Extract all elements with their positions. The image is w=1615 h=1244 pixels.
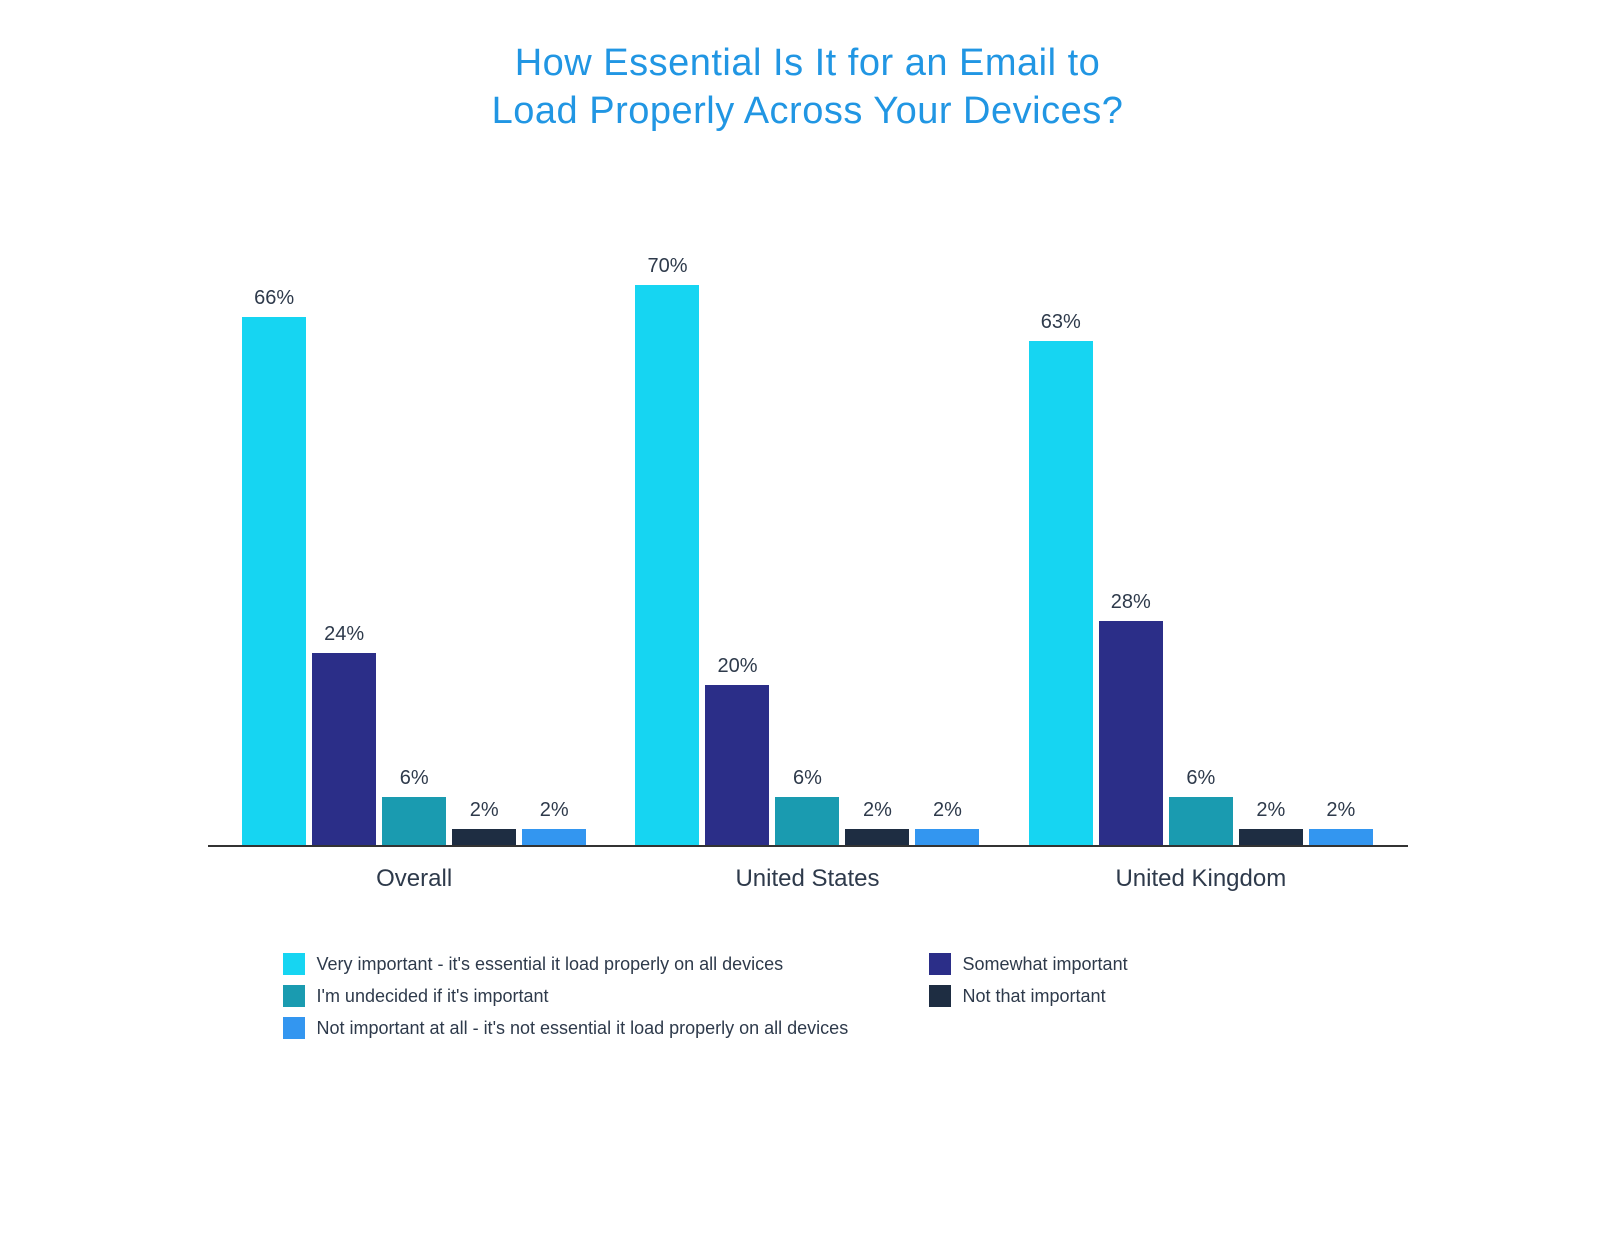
bar-value-label: 66% — [254, 287, 294, 310]
bar-value-label: 6% — [400, 767, 429, 790]
bar: 66% — [242, 317, 306, 845]
bar: 70% — [635, 285, 699, 845]
bar-value-label: 70% — [647, 255, 687, 278]
legend-label: I'm undecided if it's important — [317, 986, 549, 1007]
x-axis-label: United Kingdom — [1004, 865, 1397, 893]
bar: 6% — [382, 797, 446, 845]
legend-swatch — [283, 953, 305, 975]
bar-value-label: 2% — [863, 799, 892, 822]
bar: 2% — [845, 829, 909, 845]
bar-value-label: 6% — [793, 767, 822, 790]
legend-swatch — [929, 953, 951, 975]
bar: 6% — [775, 797, 839, 845]
bar: 63% — [1029, 341, 1093, 845]
legend-label: Not that important — [963, 986, 1106, 1007]
legend-label: Somewhat important — [963, 954, 1128, 975]
bar: 2% — [522, 829, 586, 845]
bar-value-label: 2% — [1326, 799, 1355, 822]
bar: 6% — [1169, 797, 1233, 845]
bar-group: 70%20%6%2%2% — [635, 205, 979, 845]
legend-swatch — [929, 985, 951, 1007]
legend-item: Somewhat important — [929, 953, 1333, 975]
chart-container: How Essential Is It for an Email to Load… — [188, 0, 1428, 1079]
legend: Very important - it's essential it load … — [283, 953, 1333, 1039]
legend-swatch — [283, 1017, 305, 1039]
legend-item: Not important at all - it's not essentia… — [283, 1017, 1333, 1039]
bar: 24% — [312, 653, 376, 845]
bar: 20% — [705, 685, 769, 845]
bar: 28% — [1099, 621, 1163, 845]
bar-value-label: 2% — [540, 799, 569, 822]
bar-value-label: 2% — [1256, 799, 1285, 822]
legend-item: I'm undecided if it's important — [283, 985, 889, 1007]
bar-value-label: 6% — [1186, 767, 1215, 790]
legend-item: Very important - it's essential it load … — [283, 953, 889, 975]
legend-swatch — [283, 985, 305, 1007]
plot-area: 66%24%6%2%2%70%20%6%2%2%63%28%6%2%2% — [208, 205, 1408, 847]
bar: 2% — [915, 829, 979, 845]
legend-label: Very important - it's essential it load … — [317, 954, 784, 975]
x-axis-label: Overall — [218, 865, 611, 893]
bar-value-label: 2% — [933, 799, 962, 822]
bar: 2% — [452, 829, 516, 845]
legend-label: Not important at all - it's not essentia… — [317, 1018, 849, 1039]
bar: 2% — [1309, 829, 1373, 845]
bar-value-label: 20% — [717, 655, 757, 678]
bar-value-label: 2% — [470, 799, 499, 822]
bar-group: 63%28%6%2%2% — [1029, 205, 1373, 845]
bar-value-label: 63% — [1041, 311, 1081, 334]
bar-value-label: 24% — [324, 623, 364, 646]
bar-value-label: 28% — [1111, 591, 1151, 614]
legend-item: Not that important — [929, 985, 1333, 1007]
x-axis: OverallUnited StatesUnited Kingdom — [208, 847, 1408, 893]
x-axis-label: United States — [611, 865, 1004, 893]
bar-group: 66%24%6%2%2% — [242, 205, 586, 845]
bar: 2% — [1239, 829, 1303, 845]
chart-title: How Essential Is It for an Email to Load… — [208, 40, 1408, 135]
